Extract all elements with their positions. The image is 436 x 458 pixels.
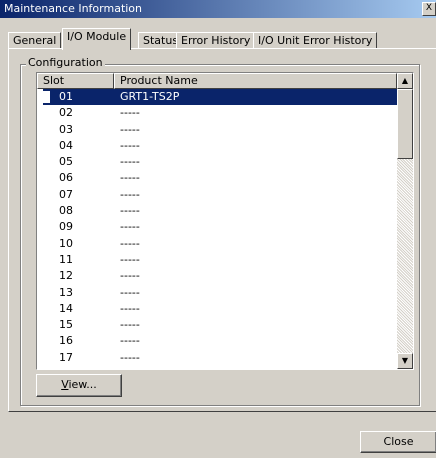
slot-cell: 04 <box>59 138 73 152</box>
window-close-button[interactable]: X <box>422 2 436 16</box>
slot-cell: 13 <box>59 285 73 299</box>
product-name-cell: ----- <box>120 318 140 332</box>
tab-label: I/O Unit Error History <box>258 34 373 47</box>
slot-cell: 12 <box>59 269 73 283</box>
slot-cell: 09 <box>59 220 73 234</box>
scroll-up-arrow-icon[interactable]: ▲ <box>397 73 413 89</box>
product-name-cell: ----- <box>120 301 140 315</box>
slot-cell: 10 <box>59 236 73 250</box>
table-row[interactable]: 16 ----- <box>37 333 397 349</box>
table-row[interactable]: 09 ----- <box>37 219 397 235</box>
tab-io-unit-error-history[interactable]: I/O Unit Error History <box>253 32 378 49</box>
slot-cell: 15 <box>59 318 73 332</box>
table-row[interactable]: 15 ----- <box>37 317 397 333</box>
table-row[interactable]: 14 ----- <box>37 301 397 317</box>
product-name-cell: GRT1-TS2P <box>120 90 180 103</box>
tab-error-history[interactable]: Error History <box>176 32 256 49</box>
column-header-slot[interactable]: Slot <box>37 73 114 89</box>
table-row[interactable]: 08 ----- <box>37 203 397 219</box>
slot-cell: 11 <box>59 252 73 266</box>
tab-label: General <box>13 34 57 47</box>
title-bar: Maintenance Information X <box>0 0 436 18</box>
slot-cell: 01 <box>59 90 73 103</box>
column-header-label: Slot <box>43 74 65 87</box>
tab-label: Error History <box>181 34 251 47</box>
slot-cell: 17 <box>59 350 73 364</box>
table-row[interactable]: 05 ----- <box>37 154 397 170</box>
product-name-cell: ----- <box>120 285 140 299</box>
product-name-cell: ----- <box>120 106 140 120</box>
product-name-cell: ----- <box>120 350 140 364</box>
table-row[interactable]: 10 ----- <box>37 236 397 252</box>
table-row[interactable]: 02 ----- <box>37 105 397 121</box>
focus-marker <box>43 91 50 103</box>
selection-highlight <box>43 89 397 105</box>
tab-io-module[interactable]: I/O Module <box>62 28 132 50</box>
product-name-cell: ----- <box>120 204 140 218</box>
list-header: Slot Product Name <box>37 73 397 89</box>
slot-cell: 02 <box>59 106 73 120</box>
product-name-cell: ----- <box>120 171 140 185</box>
slot-cell: 05 <box>59 155 73 169</box>
table-row[interactable]: 06 ----- <box>37 170 397 186</box>
product-name-cell: ----- <box>120 155 140 169</box>
tab-label: I/O Module <box>67 30 127 43</box>
scrollbar-thumb[interactable] <box>397 89 413 159</box>
slot-cell: 03 <box>59 122 73 136</box>
slot-cell: 16 <box>59 334 73 348</box>
vertical-scrollbar[interactable]: ▲ ▼ <box>397 73 413 369</box>
table-row[interactable]: 12 ----- <box>37 268 397 284</box>
close-button-label: Close <box>383 435 414 448</box>
tab-general[interactable]: General <box>8 32 62 49</box>
table-row[interactable]: 01 GRT1-TS2P <box>37 89 397 105</box>
slot-cell: 07 <box>59 187 73 201</box>
table-row[interactable]: 03 ----- <box>37 122 397 138</box>
product-name-cell: ----- <box>120 187 140 201</box>
product-name-cell: ----- <box>120 138 140 152</box>
slot-cell: 14 <box>59 301 73 315</box>
table-row[interactable]: 04 ----- <box>37 138 397 154</box>
view-button-label: iew... <box>68 378 97 391</box>
close-icon: X <box>425 3 433 13</box>
column-header-product-name[interactable]: Product Name <box>114 73 397 89</box>
table-row[interactable]: 11 ----- <box>37 252 397 268</box>
column-header-label: Product Name <box>120 74 198 87</box>
slot-cell: 06 <box>59 171 73 185</box>
slot-list[interactable]: Slot Product Name 01 GRT1-TS2P 02 ----- … <box>36 72 414 370</box>
window-title: Maintenance Information <box>4 2 143 15</box>
table-row[interactable]: 07 ----- <box>37 187 397 203</box>
slot-cell: 08 <box>59 204 73 218</box>
table-row[interactable]: 13 ----- <box>37 285 397 301</box>
close-button[interactable]: Close <box>360 431 436 453</box>
product-name-cell: ----- <box>120 269 140 283</box>
view-button[interactable]: View... <box>36 374 122 397</box>
scroll-down-arrow-icon[interactable]: ▼ <box>397 353 413 369</box>
table-row[interactable]: 17 ----- <box>37 350 397 366</box>
configuration-group-label: Configuration <box>26 56 105 69</box>
product-name-cell: ----- <box>120 334 140 348</box>
product-name-cell: ----- <box>120 252 140 266</box>
product-name-cell: ----- <box>120 122 140 136</box>
product-name-cell: ----- <box>120 236 140 250</box>
tab-label: Status <box>143 34 179 47</box>
list-rows: 01 GRT1-TS2P 02 ----- 03 ----- 04 ----- … <box>37 89 397 366</box>
product-name-cell: ----- <box>120 220 140 234</box>
